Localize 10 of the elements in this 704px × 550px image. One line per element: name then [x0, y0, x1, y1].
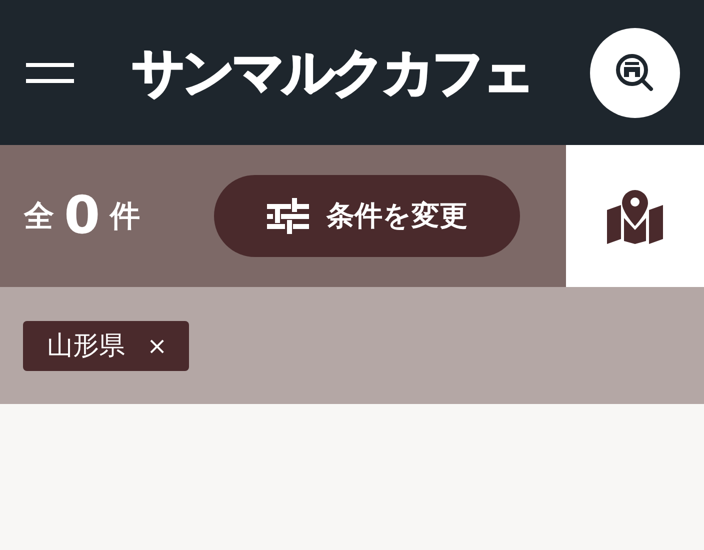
logo: サンマルクカフェ	[132, 42, 532, 104]
count-suffix: 件	[110, 198, 140, 236]
map-button[interactable]	[566, 145, 704, 287]
count-prefix: 全	[24, 198, 54, 236]
sliders-icon	[266, 198, 308, 234]
remove-filter-button[interactable]: ×	[147, 332, 168, 360]
map-pin-icon	[605, 188, 665, 244]
change-conditions-button[interactable]: 条件を変更	[214, 175, 520, 257]
filter-label: 山形県	[47, 330, 125, 363]
result-count: 0	[64, 186, 100, 246]
